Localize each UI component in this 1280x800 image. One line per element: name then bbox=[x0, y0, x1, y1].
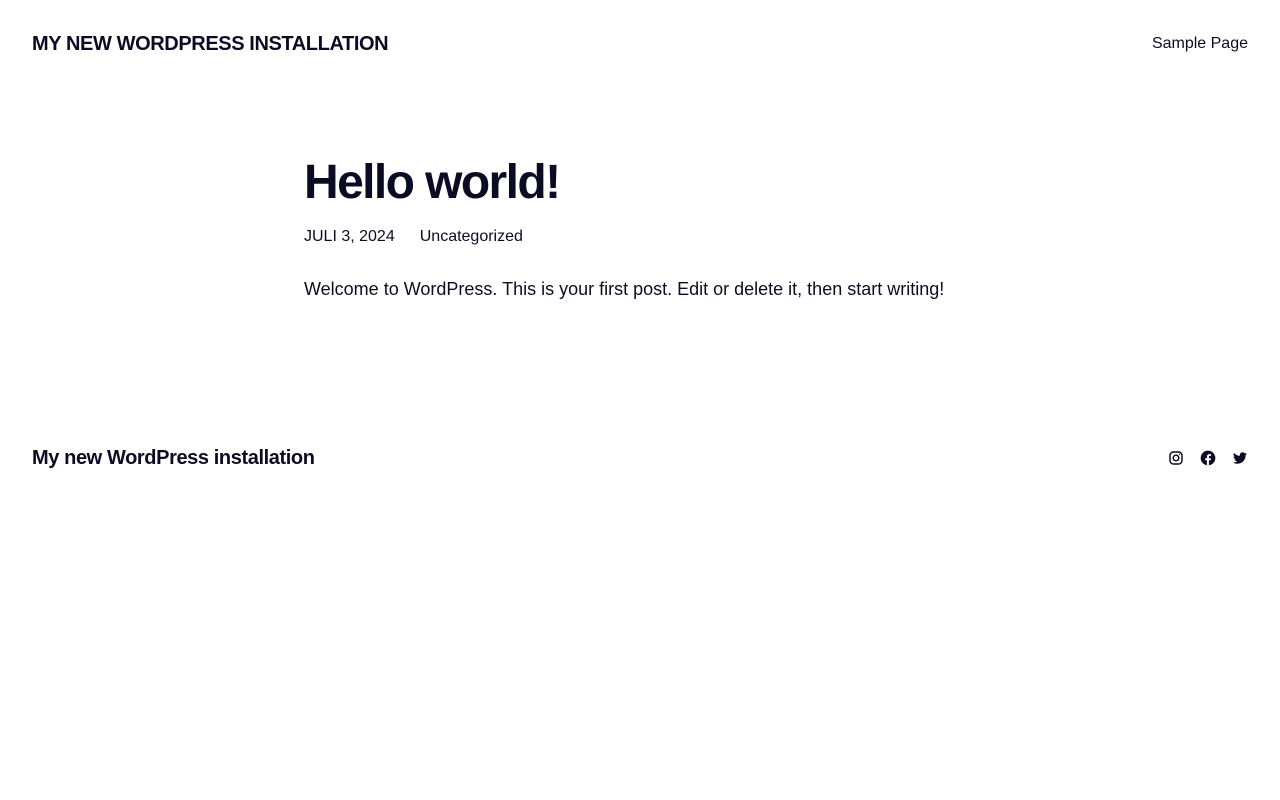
primary-navigation: Sample Page bbox=[1152, 35, 1248, 53]
post-content: Welcome to WordPress. This is your first… bbox=[304, 279, 945, 299]
social-links bbox=[1168, 450, 1248, 466]
post-date: JULI 3, 2024 bbox=[304, 228, 395, 245]
twitter-icon[interactable] bbox=[1232, 450, 1248, 466]
site-header: MY NEW WORDPRESS INSTALLATION Sample Pag… bbox=[0, 0, 1280, 88]
post-category-link[interactable]: Uncategorized bbox=[420, 226, 523, 248]
post-article: Hello world! JULI 3, 2024 Uncategorized … bbox=[304, 150, 1004, 320]
site-title-link[interactable]: MY NEW WORDPRESS INSTALLATION bbox=[32, 33, 389, 56]
instagram-icon[interactable] bbox=[1168, 450, 1184, 466]
footer-site-title-link[interactable]: My new WordPress installation bbox=[32, 447, 315, 470]
post-title: Hello world! bbox=[304, 156, 561, 209]
facebook-icon[interactable] bbox=[1200, 450, 1216, 466]
nav-item-sample-page[interactable]: Sample Page bbox=[1152, 35, 1248, 52]
site-footer: My new WordPress installation bbox=[0, 438, 1280, 478]
post-meta: JULI 3, 2024 Uncategorized bbox=[304, 226, 1004, 248]
